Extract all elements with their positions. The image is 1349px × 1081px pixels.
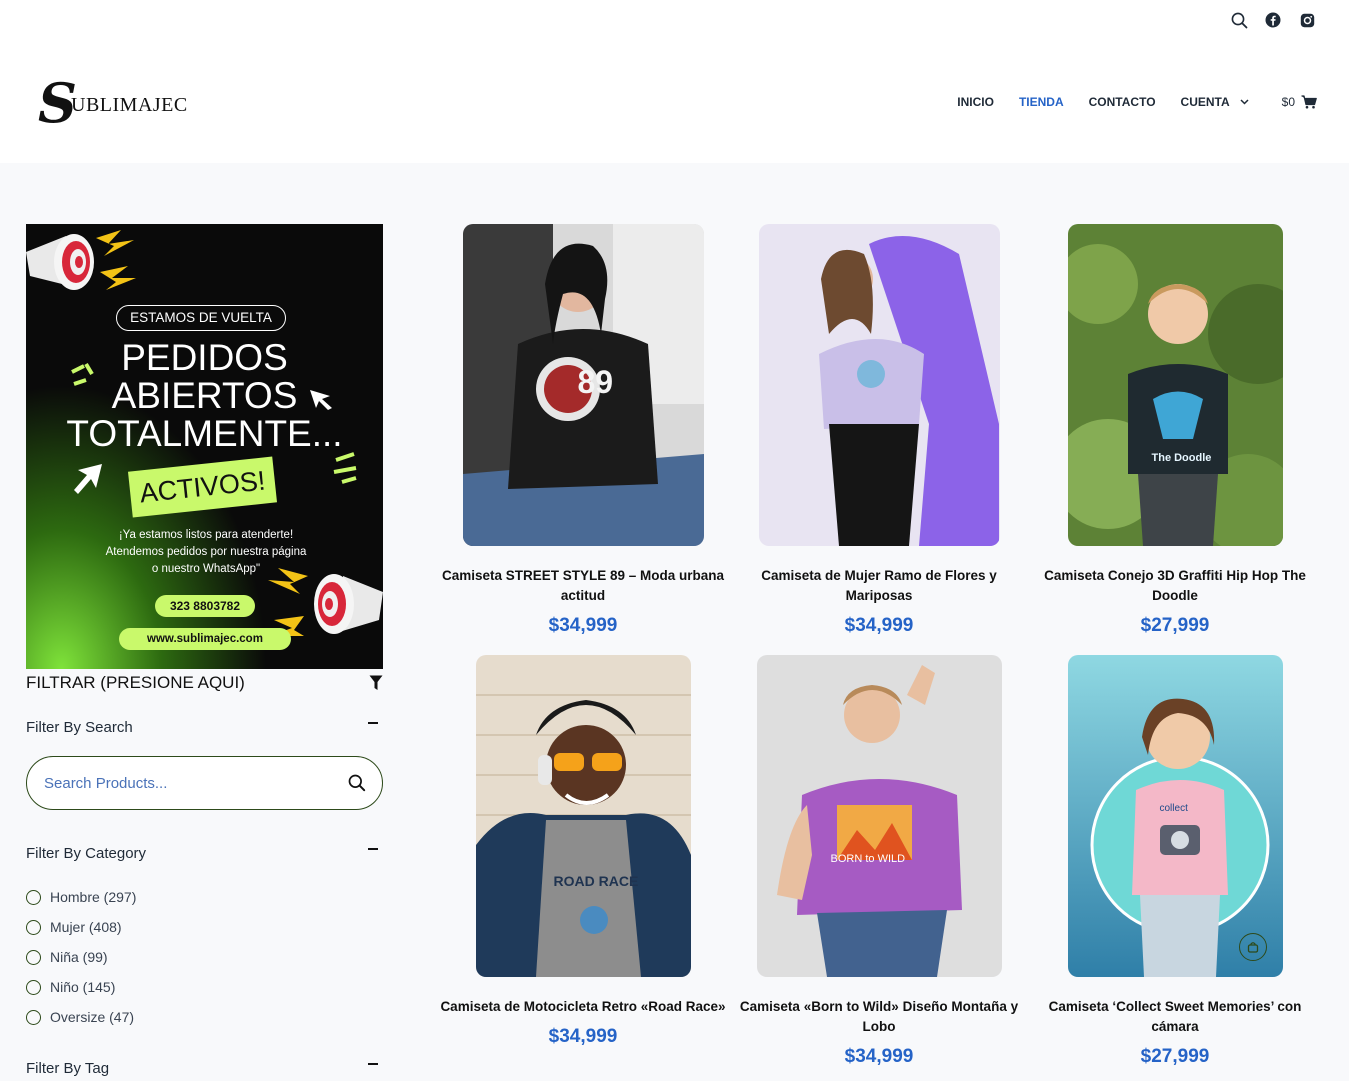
category-label: Niño (145) xyxy=(50,979,116,995)
product-image[interactable]: 89 xyxy=(462,224,704,546)
filter-category-header[interactable]: Filter By Category xyxy=(26,845,383,862)
nav-cuenta[interactable]: CUENTA xyxy=(1181,95,1249,109)
product-card[interactable]: ROAD RACE Camiseta de Motocicleta Retro … xyxy=(435,655,731,1068)
logo-text: UBLIMAJEC xyxy=(71,93,188,116)
product-image[interactable]: collect xyxy=(1067,655,1283,977)
radio-button[interactable] xyxy=(26,919,41,935)
banner-website: www.sublimajec.com xyxy=(119,628,291,650)
product-title[interactable]: Camiseta ‘Collect Sweet Memories’ con cá… xyxy=(1030,997,1320,1037)
add-to-cart-button[interactable] xyxy=(1238,933,1267,961)
product-title[interactable]: Camiseta Conejo 3D Graffiti Hip Hop The … xyxy=(1030,566,1320,606)
category-label: Niña (99) xyxy=(50,949,108,965)
shirt-print-text: BORN to WILD xyxy=(830,853,906,865)
product-title[interactable]: Camiseta de Motocicleta Retro «Road Race… xyxy=(438,997,728,1017)
product-price: $34,999 xyxy=(548,1026,618,1047)
product-price: $27,999 xyxy=(1140,1046,1210,1067)
category-list: Hombre (297) Mujer (408) Niña (99) Niño … xyxy=(26,882,383,1032)
filter-search-heading: Filter By Search xyxy=(26,719,133,736)
nav-inicio[interactable]: INICIO xyxy=(957,95,994,109)
product-price: $27,999 xyxy=(1140,615,1210,636)
top-icon-bar xyxy=(1229,10,1317,30)
product-image[interactable]: The Doodle xyxy=(1067,224,1283,546)
nav-cuenta-label: CUENTA xyxy=(1180,95,1230,109)
product-title[interactable]: Camiseta STREET STYLE 89 – Moda urbana a… xyxy=(438,566,728,606)
product-title[interactable]: Camiseta de Mujer Ramo de Flores y Marip… xyxy=(734,566,1024,606)
category-label: Hombre (297) xyxy=(50,889,137,905)
shirt-print-text: 89 xyxy=(577,364,614,400)
facebook-icon[interactable] xyxy=(1263,10,1283,30)
cart-total: $0 xyxy=(1281,95,1295,109)
product-image[interactable] xyxy=(758,224,1000,546)
radio-button[interactable] xyxy=(26,889,41,905)
filter-title: FILTRAR (PRESIONE AQUI) xyxy=(26,673,245,692)
search-icon[interactable] xyxy=(348,774,366,792)
banner-description: ¡Ya estamos listos para atenderte! Atend… xyxy=(66,527,346,578)
product-grid: 89 Camiseta STREET STYLE 89 – Moda urban… xyxy=(435,224,1323,1068)
category-item-nina[interactable]: Niña (99) xyxy=(26,942,383,972)
instagram-icon[interactable] xyxy=(1297,10,1317,30)
main-nav: INICIO TIENDA CONTACTO CUENTA $0 xyxy=(957,95,1317,109)
category-label: Mujer (408) xyxy=(50,919,122,935)
radio-button[interactable] xyxy=(26,1009,41,1025)
category-item-nino[interactable]: Niño (145) xyxy=(26,972,383,1002)
search-input[interactable] xyxy=(44,774,324,792)
filter-tag-heading: Filter By Tag xyxy=(26,1060,110,1077)
product-title[interactable]: Camiseta «Born to Wild» Diseño Montaña y… xyxy=(734,997,1024,1037)
nav-contacto[interactable]: CONTACTO xyxy=(1089,95,1156,109)
banner-line-3: TOTALMENTE... xyxy=(66,413,343,454)
shirt-print-text: ROAD RACE xyxy=(553,873,639,889)
cart-icon xyxy=(1301,95,1317,109)
category-item-hombre[interactable]: Hombre (297) xyxy=(26,882,383,912)
category-item-oversize[interactable]: Oversize (47) xyxy=(26,1002,383,1032)
collapse-icon[interactable] xyxy=(368,847,378,850)
banner-phone: 323 8803782 xyxy=(155,595,255,617)
product-card[interactable]: BORN to WILD Camiseta «Born to Wild» Dis… xyxy=(731,655,1027,1068)
product-price: $34,999 xyxy=(844,615,914,636)
chevron-down-icon xyxy=(1240,99,1249,105)
collapse-icon[interactable] xyxy=(368,721,378,724)
sparkle-icon xyxy=(333,452,357,484)
radio-button[interactable] xyxy=(26,979,41,995)
shirt-print-text: The Doodle xyxy=(1151,452,1212,464)
category-item-mujer[interactable]: Mujer (408) xyxy=(26,912,383,942)
product-price: $34,999 xyxy=(844,1046,914,1067)
banner-headline: PEDIDOS ABIERTOS TOTALMENTE... xyxy=(26,339,383,453)
search-icon[interactable] xyxy=(1229,10,1249,30)
banner-desc-2: Atendemos pedidos por nuestra página xyxy=(105,546,307,558)
collapse-icon[interactable] xyxy=(368,1062,378,1065)
product-search xyxy=(26,756,383,810)
product-card[interactable]: 89 Camiseta STREET STYLE 89 – Moda urban… xyxy=(435,224,731,637)
product-image[interactable]: ROAD RACE xyxy=(475,655,691,977)
nav-tienda[interactable]: TIENDA xyxy=(1019,95,1064,109)
megaphone-icon xyxy=(26,230,136,290)
filter-search-header[interactable]: Filter By Search xyxy=(26,719,383,736)
cart-button[interactable]: $0 xyxy=(1282,95,1317,109)
basket-icon xyxy=(1247,942,1258,953)
radio-button[interactable] xyxy=(26,949,41,965)
cursor-arrow-icon xyxy=(74,464,102,494)
banner-line-1: PEDIDOS xyxy=(121,337,288,378)
banner-desc-3: o nuestro WhatsApp" xyxy=(151,563,261,575)
category-label: Oversize (47) xyxy=(50,1009,135,1025)
site-logo[interactable]: S UBLIMAJEC xyxy=(38,76,188,130)
shirt-print-text: collect xyxy=(1159,803,1188,814)
product-card[interactable]: collect Camiseta ‘Collect Sweet Memories… xyxy=(1027,655,1323,1068)
site-header: S UBLIMAJEC INICIO TIENDA CONTACTO CUENT… xyxy=(0,0,1349,163)
product-card[interactable]: Camiseta de Mujer Ramo de Flores y Marip… xyxy=(731,224,1027,637)
funnel-icon xyxy=(369,675,383,690)
banner-line-2: ABIERTOS xyxy=(111,375,298,416)
product-card[interactable]: The Doodle Camiseta Conejo 3D Graffiti H… xyxy=(1027,224,1323,637)
banner-desc-1: ¡Ya estamos listos para atenderte! xyxy=(118,529,294,541)
filter-category-heading: Filter By Category xyxy=(26,845,147,862)
filter-toggle[interactable]: FILTRAR (PRESIONE AQUI) xyxy=(26,673,383,693)
promo-banner[interactable]: ESTAMOS DE VUELTA PEDIDOS ABIERTOS TOTAL… xyxy=(26,224,383,669)
banner-pill: ESTAMOS DE VUELTA xyxy=(116,305,286,331)
product-image[interactable]: BORN to WILD xyxy=(756,655,1002,977)
filter-tag-header[interactable]: Filter By Tag xyxy=(26,1060,383,1077)
sidebar: ESTAMOS DE VUELTA PEDIDOS ABIERTOS TOTAL… xyxy=(26,224,383,1077)
product-price: $34,999 xyxy=(548,615,618,636)
banner-active-tag: ACTIVOS! xyxy=(127,456,278,518)
